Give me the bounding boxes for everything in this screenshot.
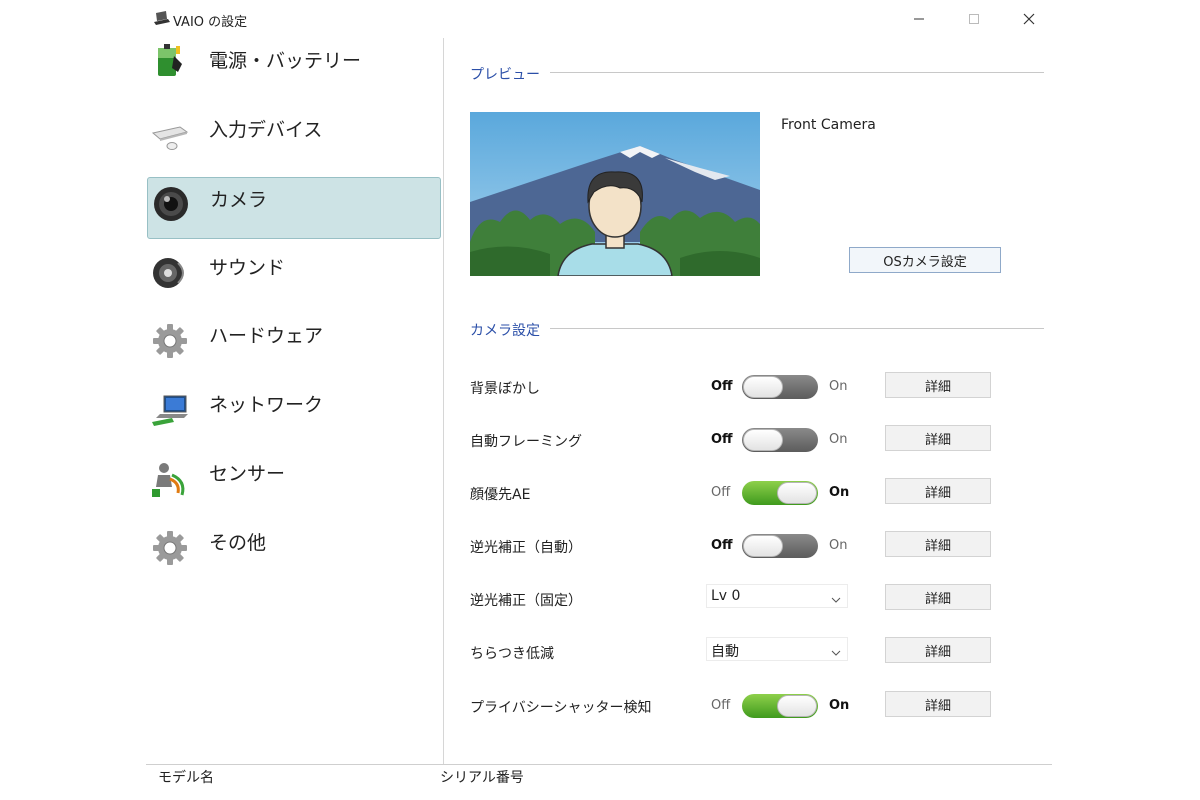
background-blur-toggle[interactable]: Off On bbox=[709, 372, 854, 402]
flicker-reduction-select[interactable]: 自動 bbox=[706, 637, 848, 661]
sidebar-item-hardware[interactable]: ハードウェア bbox=[146, 313, 440, 375]
section-divider bbox=[550, 72, 1044, 73]
setting-row-background-blur: 背景ぼかし Off On 詳細 bbox=[444, 372, 1052, 402]
setting-row-backlight-auto: 逆光補正（自動） Off On 詳細 bbox=[444, 531, 1052, 561]
section-divider bbox=[550, 328, 1044, 329]
backlight-fixed-detail-button[interactable]: 詳細 bbox=[885, 584, 991, 610]
backlight-auto-detail-button[interactable]: 詳細 bbox=[885, 531, 991, 557]
face-priority-ae-toggle[interactable]: Off On bbox=[709, 478, 854, 508]
sidebar: 電源・バッテリー 入力デバイス カメラ サウンド ハードウェア ネットワーク セ… bbox=[146, 38, 444, 764]
sidebar-item-other[interactable]: その他 bbox=[146, 520, 440, 582]
toggle-on-label: On bbox=[829, 379, 848, 394]
settings-window: VAIO の設定 電源・バッテリー 入力デバイス カメラ サウンド ハードウェア… bbox=[146, 0, 1052, 800]
toggle-track bbox=[742, 694, 818, 718]
sidebar-item-sensor[interactable]: センサー bbox=[146, 451, 440, 513]
toggle-off-label: Off bbox=[711, 485, 731, 500]
network-laptop-icon bbox=[150, 390, 190, 430]
minimize-button[interactable] bbox=[896, 4, 942, 34]
main-panel: プレビュー Front Camera OSカメラ設定 カメラ設定 背景ぼかし O… bbox=[444, 38, 1052, 764]
preview-section-title: プレビュー bbox=[470, 67, 540, 83]
backlight-fixed-select[interactable]: Lv 0 bbox=[706, 584, 848, 608]
toggle-track bbox=[742, 428, 818, 452]
maximize-button[interactable] bbox=[951, 4, 997, 34]
toggle-off-label: Off bbox=[711, 379, 733, 394]
os-camera-settings-button[interactable]: OSカメラ設定 bbox=[849, 247, 1001, 273]
toggle-knob bbox=[743, 535, 783, 557]
toggle-track bbox=[742, 375, 818, 399]
setting-label: 自動フレーミング bbox=[470, 434, 582, 450]
privacy-shutter-toggle[interactable]: Off On bbox=[709, 691, 854, 721]
sidebar-item-label: その他 bbox=[209, 532, 267, 554]
sidebar-item-label: ハードウェア bbox=[209, 325, 324, 347]
toggle-off-label: Off bbox=[711, 698, 731, 713]
sidebar-item-label: 入力デバイス bbox=[209, 119, 323, 141]
chevron-down-icon bbox=[831, 592, 841, 603]
keyboard-mouse-icon bbox=[150, 115, 190, 155]
sidebar-item-label: 電源・バッテリー bbox=[209, 50, 362, 72]
auto-framing-toggle[interactable]: Off On bbox=[709, 425, 854, 455]
sidebar-item-sound[interactable]: サウンド bbox=[146, 245, 440, 307]
sidebar-item-label: サウンド bbox=[209, 257, 286, 279]
vaio-app-icon bbox=[152, 10, 172, 28]
model-name-label: モデル名 bbox=[158, 770, 214, 786]
camera-device-name: Front Camera bbox=[781, 117, 876, 133]
face-priority-ae-detail-button[interactable]: 詳細 bbox=[885, 478, 991, 504]
toggle-on-label: On bbox=[829, 538, 848, 553]
toggle-track bbox=[742, 534, 818, 558]
gear-icon bbox=[150, 528, 190, 568]
toggle-knob bbox=[743, 429, 783, 451]
camera-lens-icon bbox=[151, 184, 191, 224]
window-title: VAIO の設定 bbox=[173, 15, 248, 30]
sidebar-item-label: ネットワーク bbox=[209, 394, 324, 416]
sidebar-item-input-devices[interactable]: 入力デバイス bbox=[146, 107, 440, 169]
toggle-knob bbox=[777, 695, 817, 717]
speaker-icon bbox=[150, 253, 190, 293]
toggle-track bbox=[742, 481, 818, 505]
select-value: Lv 0 bbox=[711, 588, 741, 604]
toggle-on-label: On bbox=[829, 432, 848, 447]
sidebar-item-camera[interactable]: カメラ bbox=[147, 177, 441, 239]
sidebar-item-network[interactable]: ネットワーク bbox=[146, 382, 440, 444]
flicker-reduction-detail-button[interactable]: 詳細 bbox=[885, 637, 991, 663]
camera-preview bbox=[470, 112, 760, 276]
setting-label: 背景ぼかし bbox=[470, 381, 540, 397]
footer-divider bbox=[146, 764, 1052, 765]
sidebar-item-label: カメラ bbox=[210, 189, 268, 211]
setting-label: 顔優先AE bbox=[470, 487, 531, 503]
close-button[interactable] bbox=[1006, 4, 1052, 34]
serial-number-label: シリアル番号 bbox=[440, 770, 524, 786]
setting-row-face-priority-ae: 顔優先AE Off On 詳細 bbox=[444, 478, 1052, 508]
toggle-on-label: On bbox=[829, 698, 850, 713]
setting-row-flicker-reduction: ちらつき低減 自動 詳細 bbox=[444, 637, 1052, 667]
select-value: 自動 bbox=[711, 644, 739, 660]
toggle-off-label: Off bbox=[711, 538, 733, 553]
auto-framing-detail-button[interactable]: 詳細 bbox=[885, 425, 991, 451]
maximize-icon bbox=[968, 10, 980, 29]
setting-label: 逆光補正（固定） bbox=[470, 593, 582, 609]
sidebar-item-label: センサー bbox=[209, 463, 286, 485]
toggle-off-label: Off bbox=[711, 432, 733, 447]
toggle-knob bbox=[777, 482, 817, 504]
background-blur-detail-button[interactable]: 詳細 bbox=[885, 372, 991, 398]
sidebar-item-power-battery[interactable]: 電源・バッテリー bbox=[146, 38, 440, 100]
toggle-knob bbox=[743, 376, 783, 398]
privacy-shutter-detail-button[interactable]: 詳細 bbox=[885, 691, 991, 717]
toggle-on-label: On bbox=[829, 485, 850, 500]
sensor-person-icon bbox=[150, 459, 190, 499]
gear-icon bbox=[150, 321, 190, 361]
close-icon bbox=[1023, 10, 1035, 29]
setting-label: プライバシーシャッター検知 bbox=[470, 700, 652, 716]
setting-row-privacy-shutter: プライバシーシャッター検知 Off On 詳細 bbox=[444, 691, 1052, 721]
title-bar: VAIO の設定 bbox=[146, 0, 1052, 38]
setting-label: ちらつき低減 bbox=[470, 646, 554, 662]
setting-row-auto-framing: 自動フレーミング Off On 詳細 bbox=[444, 425, 1052, 455]
battery-icon bbox=[150, 42, 190, 82]
setting-row-backlight-fixed: 逆光補正（固定） Lv 0 詳細 bbox=[444, 584, 1052, 614]
backlight-auto-toggle[interactable]: Off On bbox=[709, 531, 854, 561]
minimize-icon bbox=[913, 10, 925, 29]
setting-label: 逆光補正（自動） bbox=[470, 540, 582, 556]
chevron-down-icon bbox=[831, 645, 841, 656]
camera-settings-section-title: カメラ設定 bbox=[470, 323, 540, 339]
